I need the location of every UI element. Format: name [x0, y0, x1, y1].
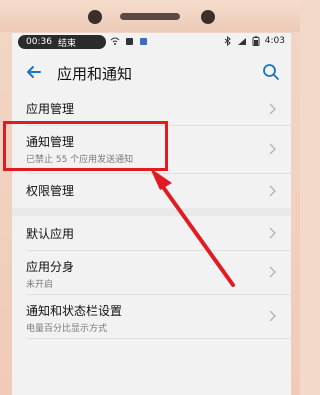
app-bar: 应用和通知 — [12, 51, 291, 93]
arrow-left-icon[interactable] — [24, 62, 44, 82]
chevron-right-icon — [269, 185, 276, 197]
list-item-subtitle: 电量百分比显示方式 — [26, 324, 108, 334]
chevron-right-icon — [269, 310, 276, 322]
front-camera-icon — [88, 10, 102, 24]
earpiece-speaker — [120, 13, 180, 20]
bluetooth-icon — [223, 36, 233, 46]
notification-icon — [124, 36, 134, 46]
phone-frame: 00:36 结束 4:03 应用和通知 应用管理 通知管理 已禁止 55 个应用… — [0, 0, 300, 395]
screen: 00:36 结束 4:03 应用和通知 应用管理 通知管理 已禁止 55 个应用… — [12, 33, 291, 395]
section-gap — [12, 208, 291, 216]
list-item-subtitle: 未开启 — [26, 280, 54, 290]
call-timer: 00:36 — [26, 37, 52, 47]
clock: 4:03 — [264, 36, 285, 46]
divider — [26, 338, 291, 339]
list-item-label: 权限管理 — [26, 184, 75, 198]
signal-icon — [237, 36, 247, 46]
page-title: 应用和通知 — [57, 65, 133, 83]
list-item-label: 应用管理 — [26, 102, 75, 116]
sensor-icon — [201, 10, 215, 24]
chevron-right-icon — [269, 103, 276, 115]
app-icon — [138, 36, 148, 46]
list-item-default-apps[interactable]: 默认应用 — [12, 216, 291, 250]
list-item-notification-statusbar-settings[interactable]: 通知和状态栏设置 电量百分比显示方式 — [12, 295, 291, 338]
status-icons — [110, 36, 148, 46]
list-item-permission-management[interactable]: 权限管理 — [12, 174, 291, 208]
search-icon[interactable] — [261, 62, 281, 82]
list-item-label: 默认应用 — [26, 227, 75, 241]
status-right: 4:03 — [223, 36, 285, 46]
list-item-label: 应用分身 — [26, 260, 75, 274]
battery-icon — [251, 36, 261, 46]
chevron-right-icon — [269, 266, 276, 278]
chevron-right-icon — [269, 227, 276, 239]
end-call-label: 结束 — [57, 38, 76, 49]
wifi-icon — [110, 36, 120, 46]
list-item-label: 通知和状态栏设置 — [26, 304, 123, 318]
list-item-app-twin[interactable]: 应用分身 未开启 — [12, 251, 291, 294]
chevron-right-icon — [269, 143, 276, 155]
call-timer-pill[interactable]: 00:36 结束 — [18, 35, 106, 49]
highlight-box — [3, 121, 168, 171]
status-bar: 00:36 结束 4:03 — [12, 33, 291, 51]
